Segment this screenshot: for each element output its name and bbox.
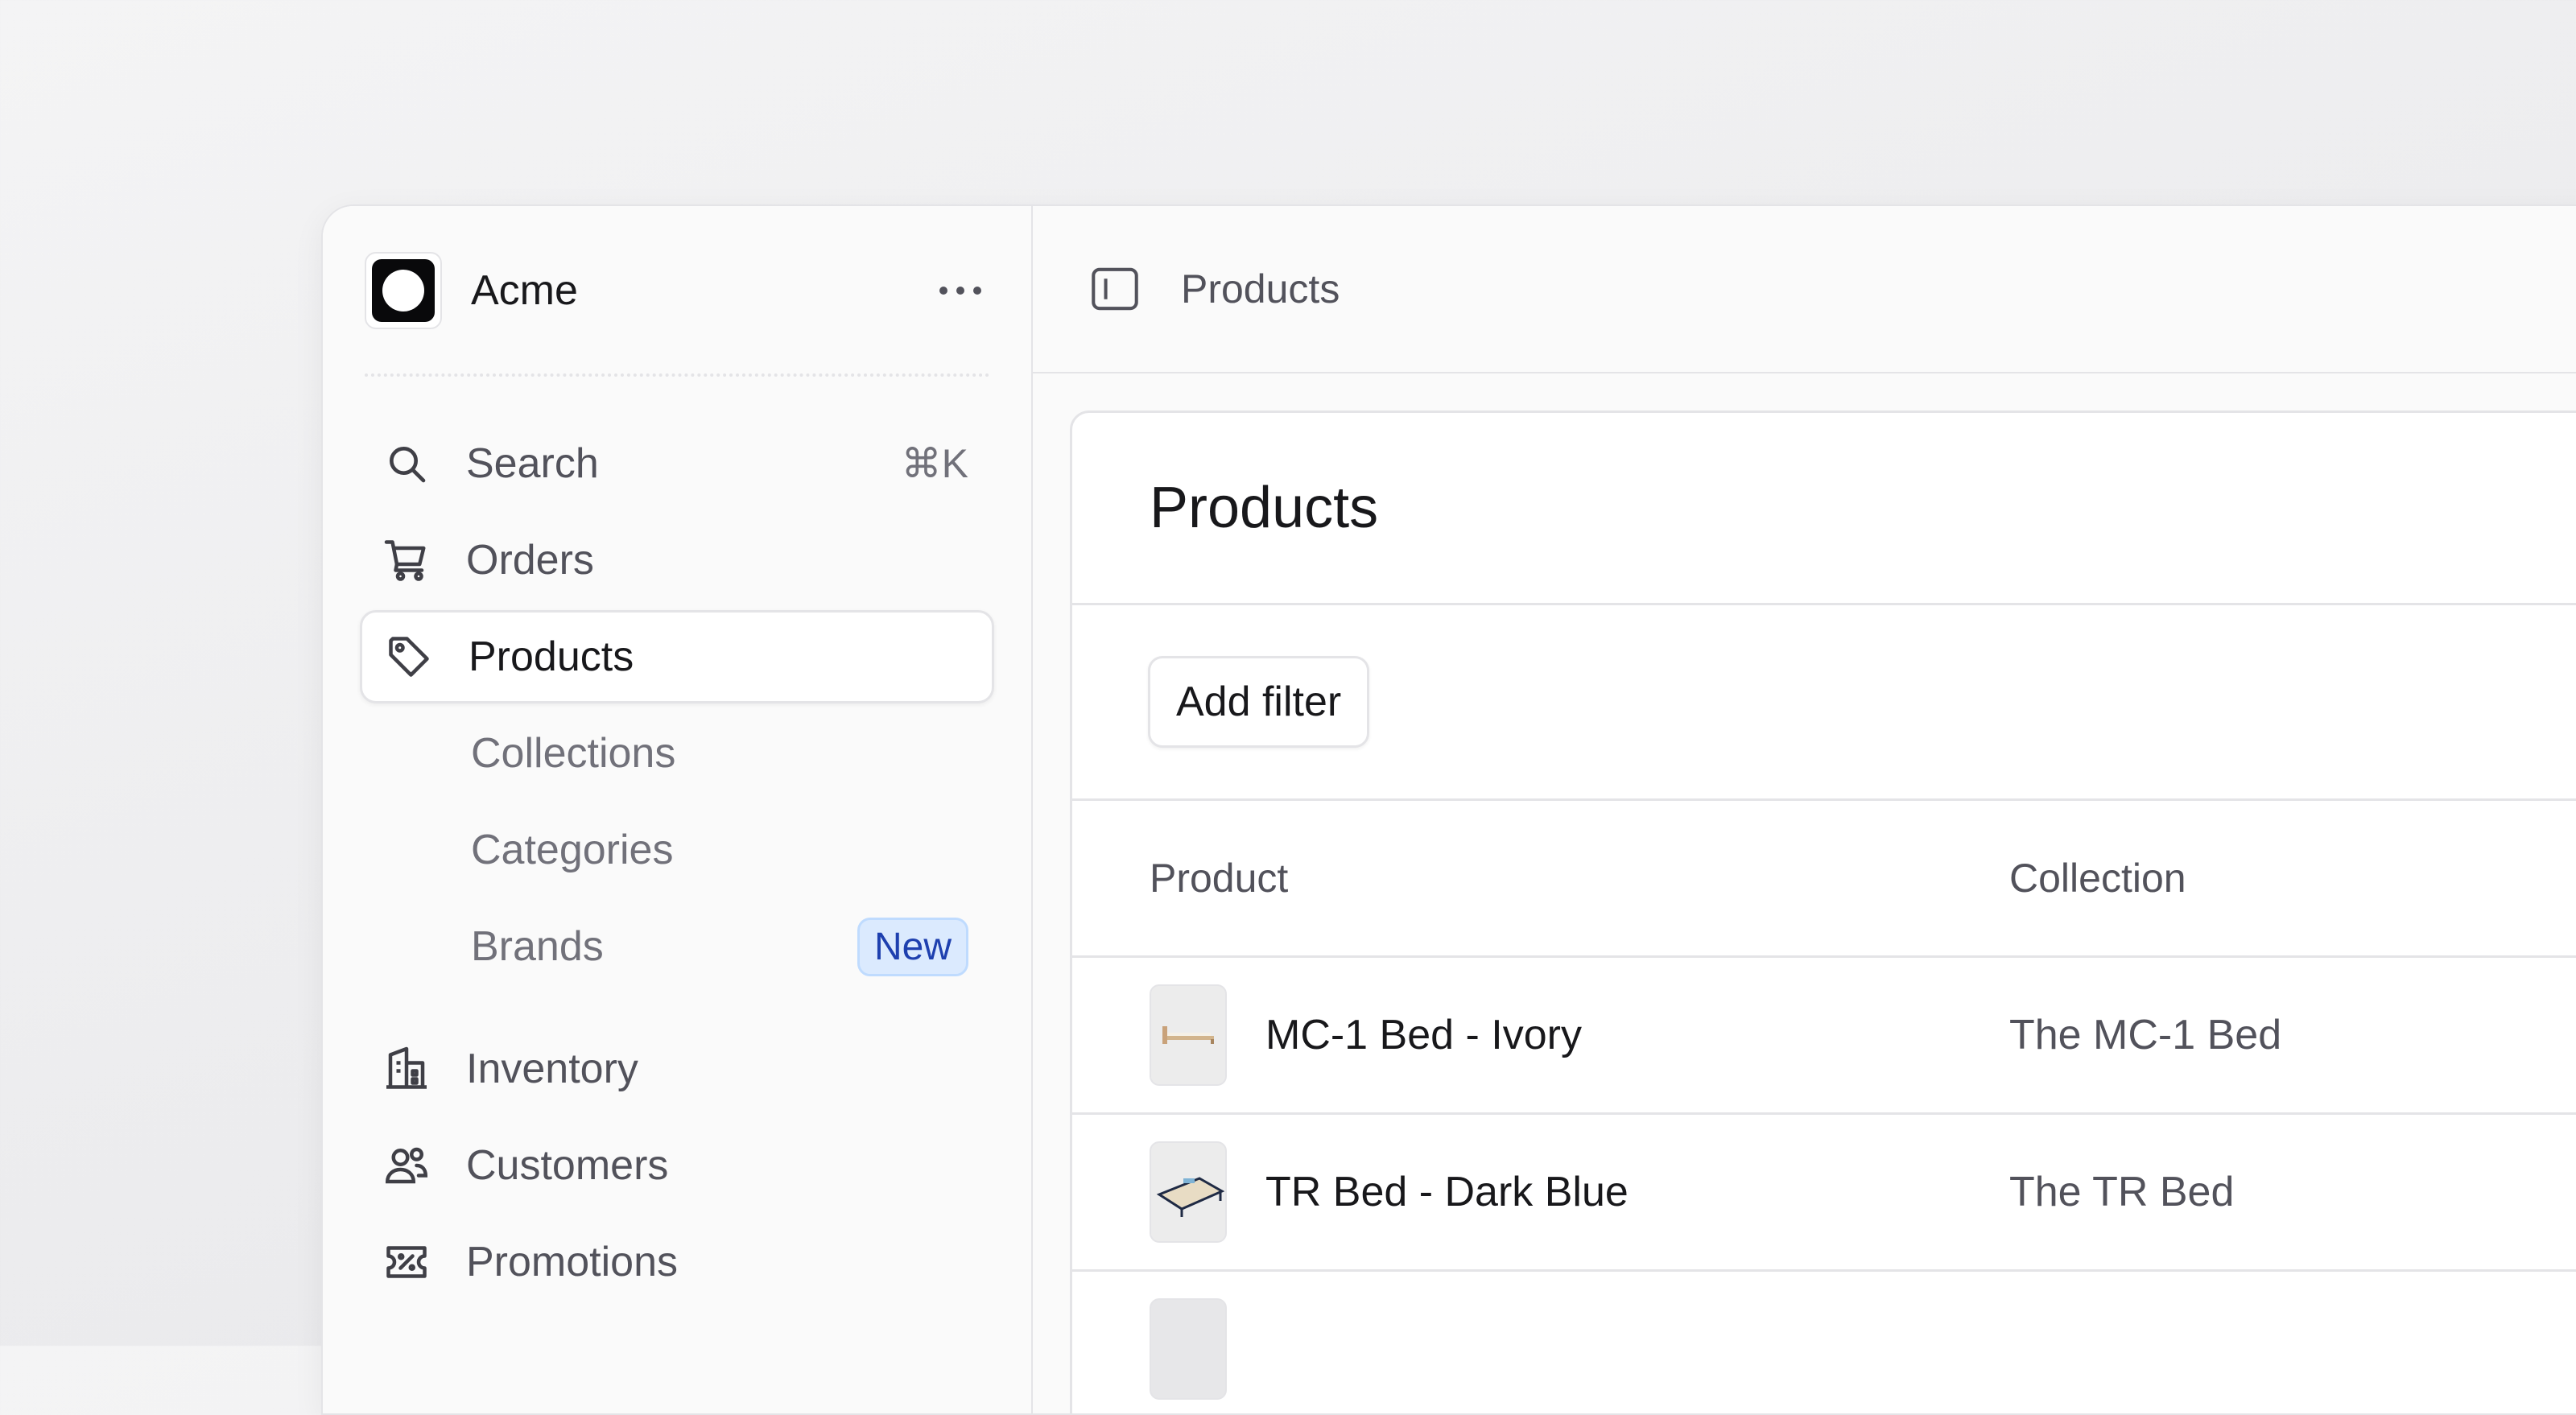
sidebar-item-categories[interactable]: Categories	[360, 803, 994, 897]
more-options-icon[interactable]	[931, 266, 989, 315]
store-name: Acme	[471, 267, 578, 314]
column-header-product[interactable]: Product	[1150, 855, 1288, 901]
panel-header: Products	[1072, 413, 2576, 605]
page-title: Products	[1150, 476, 1379, 540]
product-thumbnail	[1150, 1141, 1227, 1243]
store-logo	[365, 252, 442, 329]
sidebar-item-collections[interactable]: Collections	[360, 707, 994, 800]
sidebar-item-products[interactable]: Products	[360, 610, 994, 703]
cart-icon	[379, 533, 434, 588]
app-window: Acme Search ⌘K Orders Products Collectio…	[321, 204, 2576, 1415]
sidebar-divider	[365, 373, 989, 377]
main-content: Products Products Add filter Product Col…	[1033, 206, 2576, 1413]
sidebar-item-promotions[interactable]: Promotions	[360, 1215, 994, 1309]
sidebar-item-label: Collections	[471, 730, 676, 777]
product-name: TR Bed - Dark Blue	[1265, 1169, 1629, 1215]
search-icon	[379, 436, 434, 491]
sidebar-item-label: Search	[466, 440, 599, 487]
new-badge: New	[857, 917, 968, 976]
users-icon	[379, 1138, 434, 1193]
sidebar-item-label: Promotions	[466, 1239, 678, 1285]
sidebar-item-label: Customers	[466, 1142, 669, 1189]
topbar: Products	[1033, 206, 2576, 373]
building-icon	[379, 1042, 434, 1096]
store-switcher[interactable]: Acme	[365, 251, 989, 330]
sidebar-item-label: Orders	[466, 537, 594, 584]
sidebar-item-label: Categories	[471, 827, 674, 873]
sidebar-item-label: Inventory	[466, 1046, 638, 1092]
product-name: MC-1 Bed - Ivory	[1265, 1012, 1582, 1058]
keyboard-shortcut: ⌘K	[901, 441, 968, 486]
table-row[interactable]: MC-1 Bed - Ivory The MC-1 Bed	[1072, 958, 2576, 1115]
breadcrumb[interactable]: Products	[1181, 266, 1340, 312]
sidebar: Acme Search ⌘K Orders Products Collectio…	[323, 206, 1033, 1413]
product-thumbnail	[1150, 1298, 1227, 1400]
product-thumbnail	[1150, 984, 1227, 1086]
filter-bar: Add filter	[1072, 605, 2576, 801]
table-row[interactable]	[1072, 1272, 2576, 1413]
sidebar-item-label: Products	[469, 633, 634, 680]
column-header-collection[interactable]: Collection	[2009, 855, 2186, 901]
sidebar-toggle-icon[interactable]	[1088, 262, 1142, 316]
product-collection: The MC-1 Bed	[2009, 1012, 2282, 1058]
sidebar-item-inventory[interactable]: Inventory	[360, 1022, 994, 1116]
table-row[interactable]: TR Bed - Dark Blue The TR Bed	[1072, 1115, 2576, 1272]
sidebar-item-customers[interactable]: Customers	[360, 1119, 994, 1212]
tag-icon	[382, 629, 436, 684]
add-filter-button[interactable]: Add filter	[1148, 656, 1370, 748]
products-panel: Products Add filter Product Collection M…	[1070, 410, 2576, 1413]
discount-ticket-icon	[379, 1235, 434, 1289]
table-header: Product Collection	[1072, 801, 2576, 958]
sidebar-item-brands[interactable]: Brands New	[360, 900, 994, 993]
sidebar-item-label: Brands	[471, 923, 604, 970]
product-collection: The TR Bed	[2009, 1169, 2235, 1215]
sidebar-item-orders[interactable]: Orders	[360, 514, 994, 607]
sidebar-item-search[interactable]: Search ⌘K	[360, 417, 994, 510]
sidebar-nav: Search ⌘K Orders Products Collections Ca…	[360, 417, 994, 1312]
